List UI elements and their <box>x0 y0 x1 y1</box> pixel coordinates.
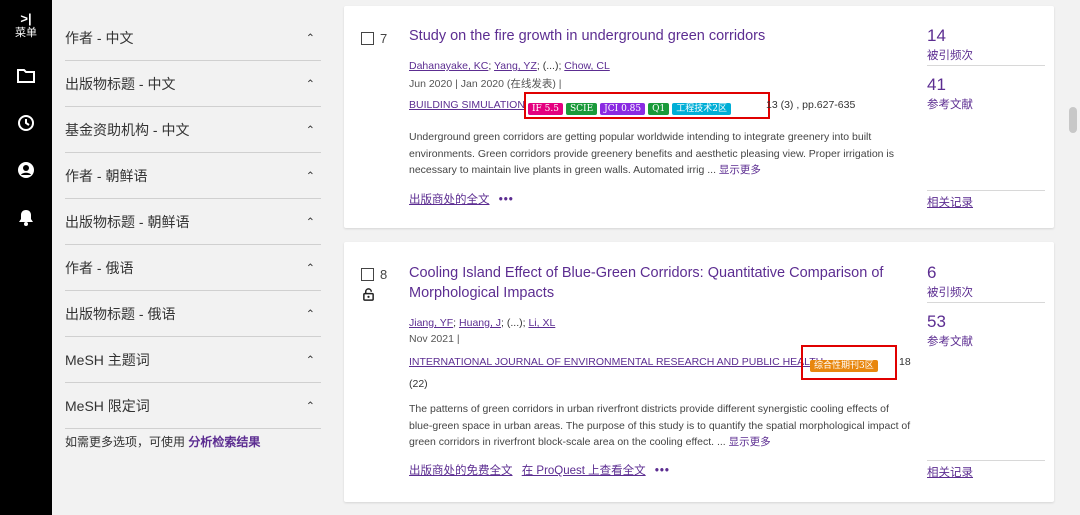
chevron-up-icon: ⌃ <box>305 308 315 320</box>
analyze-results-link[interactable]: 分析检索结果 <box>188 435 260 449</box>
highlight-box <box>801 345 897 380</box>
fulltext-links: 出版商处的免费全文 在 ProQuest 上查看全文 ••• <box>409 462 676 478</box>
select-checkbox[interactable] <box>361 268 374 281</box>
history-icon[interactable] <box>16 113 36 133</box>
user-icon[interactable] <box>16 160 36 180</box>
show-more-link[interactable]: 显示更多 <box>729 436 771 448</box>
author-link[interactable]: Chow, CL <box>564 60 610 72</box>
filter-label: MeSH 主题词 <box>65 351 150 368</box>
result-title[interactable]: Cooling Island Effect of Blue-Green Corr… <box>409 263 899 303</box>
filter-label: 出版物标题 - 俄语 <box>65 305 176 322</box>
author-sep: ; (...); <box>501 317 526 329</box>
metric-divider <box>927 65 1045 66</box>
more-dots-icon[interactable]: ••• <box>655 465 670 477</box>
filter-publication-chinese[interactable]: 出版物标题 - 中文 ⌃ <box>65 61 321 107</box>
filter-label: 基金资助机构 - 中文 <box>65 121 190 138</box>
citation-label[interactable]: 被引频次 <box>927 284 973 300</box>
nav-rail: >| 菜单 <box>0 0 52 515</box>
abstract: Underground green corridors are getting … <box>409 129 914 179</box>
publisher-fulltext-link[interactable]: 出版商处的全文 <box>409 194 490 206</box>
result-title[interactable]: Study on the fire growth in underground … <box>409 26 899 46</box>
more-dots-icon[interactable]: ••• <box>499 194 514 206</box>
journal-link[interactable]: INTERNATIONAL JOURNAL OF ENVIRONMENTAL R… <box>409 356 823 368</box>
fulltext-links: 出版商处的全文 ••• <box>409 191 520 207</box>
metric-divider <box>927 302 1045 303</box>
chevron-up-icon: ⌃ <box>305 78 315 90</box>
chevron-up-icon: ⌃ <box>305 262 315 274</box>
highlight-box <box>524 92 770 119</box>
expand-icon: >| <box>20 11 32 26</box>
menu-toggle-button[interactable]: >| 菜单 <box>0 12 52 40</box>
abstract-text: The patterns of green corridors in urban… <box>409 403 911 448</box>
reference-label[interactable]: 参考文献 <box>927 96 973 112</box>
author-link[interactable]: Dahanayake, KC <box>409 60 488 72</box>
result-number: 7 <box>380 31 388 46</box>
issue: (22) <box>409 378 428 390</box>
open-access-lock-icon <box>363 288 374 301</box>
chevron-up-icon: ⌃ <box>305 216 315 228</box>
publisher-free-fulltext-link[interactable]: 出版商处的免费全文 <box>409 465 513 477</box>
proquest-fulltext-link[interactable]: 在 ProQuest 上查看全文 <box>522 465 646 477</box>
filter-panel: 作者 - 中文 ⌃ 出版物标题 - 中文 ⌃ 基金资助机构 - 中文 ⌃ 作者 … <box>52 0 334 515</box>
author-list: Jiang, YF; Huang, J; (...); Li, XL <box>409 317 555 329</box>
result-number: 8 <box>380 267 388 282</box>
related-records-link[interactable]: 相关记录 <box>927 464 973 480</box>
reference-count[interactable]: 41 <box>927 75 946 95</box>
filter-mesh-qualifier[interactable]: MeSH 限定词 ⌃ <box>65 383 321 429</box>
chevron-up-icon: ⌃ <box>305 32 315 44</box>
filter-author-korean[interactable]: 作者 - 朝鲜语 ⌃ <box>65 153 321 199</box>
more-options-hint: 如需更多选项，可使用 分析检索结果 <box>65 433 260 450</box>
chevron-up-icon: ⌃ <box>305 124 315 136</box>
filter-publication-korean[interactable]: 出版物标题 - 朝鲜语 ⌃ <box>65 199 321 245</box>
metric-divider <box>927 190 1045 191</box>
result-card: 8 Cooling Island Effect of Blue-Green Co… <box>344 242 1054 502</box>
select-checkbox[interactable] <box>361 32 374 45</box>
author-list: Dahanayake, KC; Yang, YZ; (...); Chow, C… <box>409 60 610 72</box>
abstract: The patterns of green corridors in urban… <box>409 401 914 451</box>
author-link[interactable]: Li, XL <box>528 317 555 329</box>
author-link[interactable]: Huang, J <box>459 317 501 329</box>
filter-label: 出版物标题 - 朝鲜语 <box>65 213 190 230</box>
reference-count[interactable]: 53 <box>927 312 946 332</box>
folder-icon[interactable] <box>16 66 36 86</box>
page-scrollbar[interactable] <box>1066 0 1080 515</box>
bell-icon[interactable] <box>16 207 36 227</box>
filter-label: 作者 - 中文 <box>65 29 134 46</box>
author-sep: ; (...); <box>536 60 562 72</box>
reference-label[interactable]: 参考文献 <box>927 333 973 349</box>
abstract-text: Underground green corridors are getting … <box>409 131 894 176</box>
filter-mesh-heading[interactable]: MeSH 主题词 ⌃ <box>65 337 321 383</box>
filter-publication-russian[interactable]: 出版物标题 - 俄语 ⌃ <box>65 291 321 337</box>
volume: 18 <box>899 356 911 368</box>
menu-label: 菜单 <box>15 27 37 39</box>
publication-date: Jun 2020 | Jan 2020 (在线发表) | <box>409 78 562 90</box>
show-more-link[interactable]: 显示更多 <box>719 164 761 176</box>
filter-author-chinese[interactable]: 作者 - 中文 ⌃ <box>65 15 321 61</box>
scrollbar-thumb[interactable] <box>1069 107 1077 133</box>
citation-label[interactable]: 被引频次 <box>927 47 973 63</box>
filter-label: 作者 - 俄语 <box>65 259 134 276</box>
citation-count[interactable]: 14 <box>927 26 946 46</box>
result-card: 7 Study on the fire growth in undergroun… <box>344 6 1054 228</box>
author-link[interactable]: Jiang, YF <box>409 317 453 329</box>
filter-label: 作者 - 朝鲜语 <box>65 167 148 184</box>
chevron-up-icon: ⌃ <box>305 170 315 182</box>
filter-author-russian[interactable]: 作者 - 俄语 ⌃ <box>65 245 321 291</box>
citation-count[interactable]: 6 <box>927 263 936 283</box>
author-link[interactable]: Yang, YZ <box>494 60 537 72</box>
chevron-up-icon: ⌃ <box>305 400 315 412</box>
filter-funding-chinese[interactable]: 基金资助机构 - 中文 ⌃ <box>65 107 321 153</box>
publication-date: Nov 2021 | <box>409 333 460 345</box>
chevron-up-icon: ⌃ <box>305 354 315 366</box>
related-records-link[interactable]: 相关记录 <box>927 194 973 210</box>
volume-pages: 13 (3) , pp.627-635 <box>766 99 856 111</box>
journal-link[interactable]: BUILDING SIMULATION <box>409 99 525 111</box>
metric-divider <box>927 460 1045 461</box>
filter-label: 出版物标题 - 中文 <box>65 75 176 92</box>
filter-label: MeSH 限定词 <box>65 397 150 414</box>
more-options-text: 如需更多选项，可使用 <box>65 435 186 449</box>
